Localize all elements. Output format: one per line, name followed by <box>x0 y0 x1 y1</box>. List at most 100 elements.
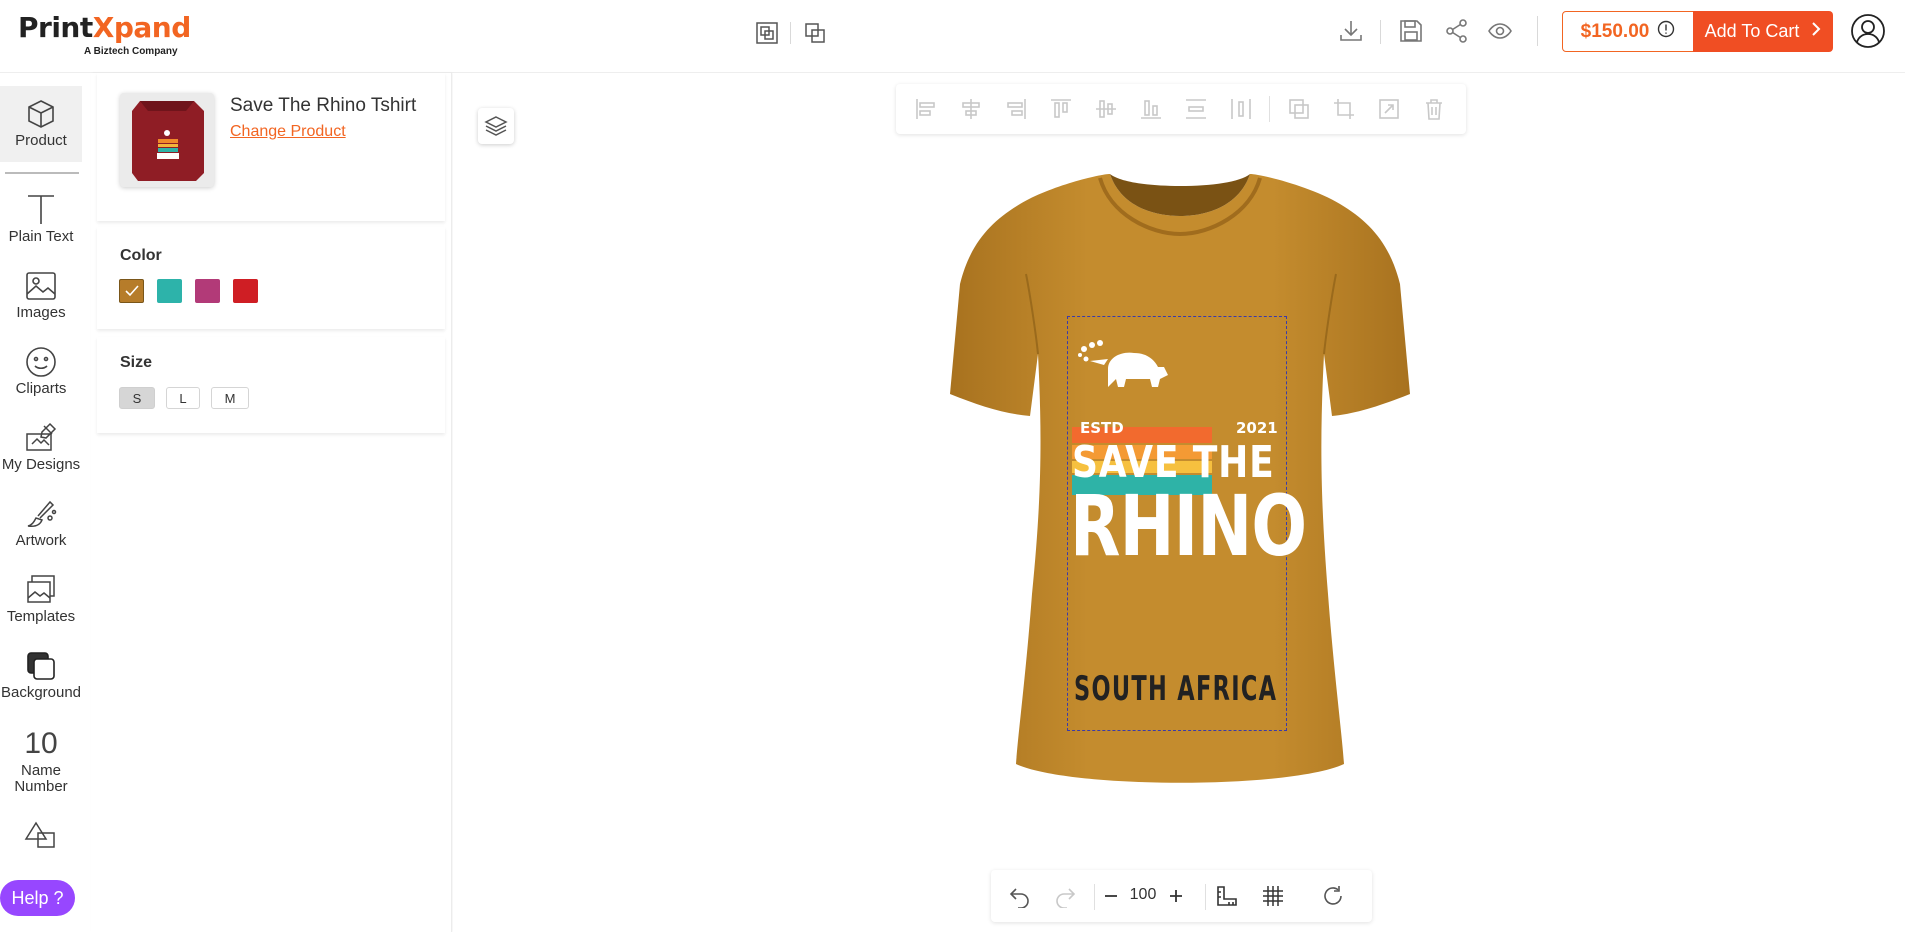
templates-icon <box>27 575 55 603</box>
align-top-icon[interactable] <box>1049 97 1073 121</box>
layers-button[interactable] <box>478 108 514 144</box>
logo-text: PrintXpand <box>18 11 191 44</box>
distribute-horizontal-icon[interactable] <box>1229 97 1253 121</box>
user-icon[interactable] <box>1850 13 1886 49</box>
sidebar-item-shapes[interactable] <box>0 821 82 851</box>
chevron-right-icon <box>1811 21 1821 42</box>
help-button[interactable]: Help ? <box>0 880 75 916</box>
alignment-toolbar <box>896 84 1466 134</box>
crop-icon[interactable] <box>1332 97 1356 121</box>
zoom-value: 100 <box>1129 886 1157 903</box>
align-center-icon[interactable] <box>959 97 983 121</box>
slogan-line-2: RHINO <box>1070 477 1307 575</box>
resize-icon[interactable] <box>1377 97 1401 121</box>
sidebar-item-label: Templates <box>6 608 76 625</box>
sidebar-item-background[interactable]: Background <box>0 650 82 701</box>
divider <box>1380 20 1381 44</box>
color-section: Color <box>97 227 445 329</box>
sidebar-item-label: Background <box>0 684 82 701</box>
sidebar-item-plain-text[interactable]: Plain Text <box>0 192 82 245</box>
slogan-line-3: SOUTH AFRICA <box>1074 669 1278 709</box>
zoom-toolbar: 100 <box>991 870 1372 922</box>
color-swatch-red[interactable] <box>233 279 258 303</box>
text-icon <box>28 195 54 224</box>
layers-icon <box>484 116 508 136</box>
align-right-icon[interactable] <box>1004 97 1028 121</box>
smiley-icon <box>26 347 56 377</box>
product-panel: Save The Rhino Tshirt Change Product Col… <box>91 73 452 932</box>
sidebar-item-label: Plain Text <box>8 228 74 245</box>
divider <box>1205 884 1206 910</box>
divider <box>1269 96 1270 122</box>
check-icon <box>124 285 139 297</box>
divider <box>1537 16 1538 46</box>
group-icon[interactable] <box>752 18 782 48</box>
sidebar-item-name-number[interactable]: 10 Name Number <box>0 728 82 795</box>
estd-label: ESTD <box>1080 419 1124 437</box>
price-display[interactable]: $150.00 <box>1562 11 1694 52</box>
image-icon <box>26 272 56 300</box>
product-card: Save The Rhino Tshirt Change Product <box>97 73 445 221</box>
size-section: Size S L M <box>97 337 445 433</box>
add-to-cart-label: Add To Cart <box>1704 21 1800 41</box>
sidebar-item-label: Name Number <box>14 762 68 795</box>
sidebar-item-label: Product <box>15 132 67 149</box>
sidebar-item-cliparts[interactable]: Cliparts <box>0 346 82 397</box>
info-icon[interactable] <box>1657 20 1675 44</box>
redo-icon[interactable] <box>1053 884 1077 908</box>
divider <box>1094 884 1095 910</box>
product-name: Save The Rhino Tshirt <box>230 95 417 116</box>
sidebar-item-label: Images <box>16 304 66 321</box>
grid-icon[interactable] <box>1261 884 1285 908</box>
color-swatch-magenta[interactable] <box>195 279 220 303</box>
zoom-out-icon[interactable] <box>1099 884 1123 908</box>
sidebar-item-label: Cliparts <box>15 380 67 397</box>
size-option-s[interactable]: S <box>119 387 155 409</box>
align-left-icon[interactable] <box>914 97 938 121</box>
align-bottom-icon[interactable] <box>1139 97 1163 121</box>
sidebar-item-artwork[interactable]: Artwork <box>0 498 82 549</box>
sidebar-item-templates[interactable]: Templates <box>0 574 82 625</box>
size-title: Size <box>120 354 153 371</box>
print-area[interactable]: ESTD 2021 SAVE THE RHINO SOUTH AFRICA <box>1067 316 1307 731</box>
download-icon[interactable] <box>1336 16 1366 46</box>
reset-icon[interactable] <box>1321 884 1345 908</box>
name-number-icon: 10 <box>24 727 58 760</box>
add-to-cart-button[interactable]: Add To Cart <box>1693 11 1833 52</box>
sidebar-item-product[interactable]: Product <box>0 86 82 162</box>
preview-icon[interactable] <box>1485 16 1515 46</box>
rhino-icon <box>1078 340 1168 387</box>
divider <box>5 172 79 174</box>
distribute-vertical-icon[interactable] <box>1184 97 1208 121</box>
artwork-icon <box>27 500 57 527</box>
cube-icon <box>28 100 54 128</box>
logo-subtitle: A Biztech Company <box>84 46 178 57</box>
size-option-m[interactable]: M <box>211 387 249 409</box>
size-option-l[interactable]: L <box>166 387 200 409</box>
ungroup-icon[interactable] <box>800 18 830 48</box>
delete-icon[interactable] <box>1422 97 1446 121</box>
sidebar-item-my-designs[interactable]: My Designs <box>0 422 82 473</box>
my-designs-icon <box>26 422 57 451</box>
zoom-in-icon[interactable] <box>1164 884 1188 908</box>
background-icon <box>27 652 55 680</box>
ruler-icon[interactable] <box>1215 884 1239 908</box>
duplicate-icon[interactable] <box>1287 97 1311 121</box>
color-swatch-mustard[interactable] <box>119 279 144 303</box>
align-middle-icon[interactable] <box>1094 97 1118 121</box>
undo-icon[interactable] <box>1008 884 1032 908</box>
tool-sidebar: Product Plain Text Images Cliparts My De… <box>0 86 90 932</box>
change-product-link[interactable]: Change Product <box>230 123 346 141</box>
year-label: 2021 <box>1236 419 1278 437</box>
color-swatch-teal[interactable] <box>157 279 182 303</box>
color-title: Color <box>120 247 162 264</box>
price-value: $150.00 <box>1580 20 1650 42</box>
share-icon[interactable] <box>1442 16 1472 46</box>
sidebar-item-label: Artwork <box>15 532 67 549</box>
save-icon[interactable] <box>1396 16 1426 46</box>
app-logo[interactable]: PrintXpand A Biztech Company <box>18 11 191 58</box>
sidebar-item-images[interactable]: Images <box>0 270 82 321</box>
sidebar-item-label: My Designs <box>1 456 81 473</box>
product-thumbnail[interactable] <box>120 93 214 187</box>
shapes-icon <box>24 821 55 848</box>
